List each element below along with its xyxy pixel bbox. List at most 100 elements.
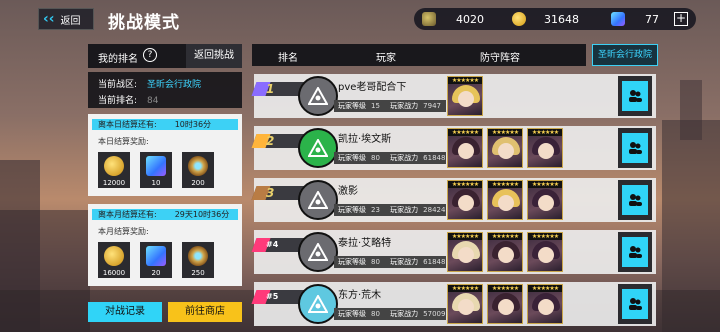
zone-label: 当前战区:: [98, 80, 138, 90]
defender-card[interactable]: ★★★★★★: [447, 284, 483, 324]
defender-card[interactable]: ★★★★★★: [487, 284, 523, 324]
power-label: 玩家战力: [390, 206, 419, 214]
my-rank-info: 当前战区: 圣昕会行政院 当前排名: 84: [88, 72, 242, 108]
power-label: 玩家战力: [390, 258, 419, 266]
level-label: 玩家等级: [338, 154, 366, 162]
col-player: 玩家: [376, 53, 396, 64]
go-to-shop-button[interactable]: 前往商店: [168, 302, 242, 322]
defender-card[interactable]: ★★★★★★: [527, 232, 563, 272]
star-rating: ★★★★★★: [448, 181, 482, 188]
defender-card[interactable]: ★★★★★★: [447, 128, 483, 168]
level-value: 23: [371, 206, 380, 214]
back-button[interactable]: ‹‹ 返回: [38, 8, 94, 30]
reward-item[interactable]: 20: [140, 242, 172, 278]
rank-value: 84: [147, 96, 159, 106]
character-face: [498, 195, 514, 211]
monthly-countdown-time: 29天10时36分: [174, 210, 230, 219]
defense-lineup: ★★★★★★: [447, 76, 483, 116]
battle-icon: [629, 298, 642, 310]
star-rating: ★★★★★★: [528, 129, 562, 136]
triangle-emblem-icon: [308, 295, 328, 313]
power-value: 61848: [423, 154, 446, 162]
resource-cube: 77: [611, 12, 659, 26]
ranking-row: #5 东方·荒木 玩家等级 80 玩家战力 57009 ★★★★★★ ★★★★★★ …: [251, 282, 656, 326]
rank-label: 当前排名:: [98, 96, 138, 106]
resource-bar: 4020 31648 77 +: [414, 8, 696, 30]
player-stats: 玩家等级 23 玩家战力 28424: [334, 204, 446, 216]
monthly-reward-label: 本月结算奖励:: [98, 227, 149, 236]
ranking-row: 3 激影 玩家等级 23 玩家战力 28424 ★★★★★★ ★★★★★★ ★★★★…: [251, 178, 656, 222]
challenge-button[interactable]: [618, 76, 652, 116]
player-avatar[interactable]: [298, 128, 338, 168]
daily-reward-box: 离本日结算还有: 10时36分 本日结算奖励: 12000 10 200: [88, 114, 242, 196]
resource-gold: 31648: [512, 12, 579, 26]
defender-card[interactable]: ★★★★★★: [447, 76, 483, 116]
star-rating: ★★★★★★: [528, 233, 562, 240]
ranking-table-header: 排名 玩家 防守阵容: [252, 44, 586, 66]
power-value: 28424: [423, 206, 446, 214]
player-stats: 玩家等级 80 玩家战力 61848: [334, 256, 446, 268]
player-name: 凯拉·埃文斯: [338, 134, 392, 145]
character-face: [538, 143, 554, 159]
ranking-row: 1 pve老哥配合下 玩家等级 15 玩家战力 7947 ★★★★★★: [251, 74, 656, 118]
power-label: 玩家战力: [390, 102, 419, 110]
defender-card[interactable]: ★★★★★★: [487, 128, 523, 168]
zone-tag[interactable]: 圣昕会行政院: [592, 44, 658, 66]
zone-value: 圣昕会行政院: [147, 80, 202, 90]
challenge-button[interactable]: [618, 128, 652, 168]
star-rating: ★★★★★★: [528, 181, 562, 188]
power-value: 7947: [423, 102, 441, 110]
battle-record-button[interactable]: 对战记录: [88, 302, 162, 322]
gold-coin-icon: [104, 246, 124, 266]
star-rating: ★★★★★★: [488, 181, 522, 188]
player-stats: 玩家等级 15 玩家战力 7947: [334, 100, 446, 112]
help-icon[interactable]: ?: [143, 48, 157, 62]
back-label: 返回: [60, 15, 81, 27]
level-label: 玩家等级: [338, 206, 366, 214]
reward-amount: 200: [191, 179, 205, 187]
character-face: [538, 247, 554, 263]
reward-item[interactable]: 10: [140, 152, 172, 188]
reward-item[interactable]: 12000: [98, 152, 130, 188]
daily-reward-label: 本日结算奖励:: [98, 137, 149, 146]
challenge-button[interactable]: [618, 284, 652, 324]
level-label: 玩家等级: [338, 102, 366, 110]
defender-card[interactable]: ★★★★★★: [487, 232, 523, 272]
add-resource-button[interactable]: +: [674, 12, 688, 26]
resource-gold-value: 31648: [544, 12, 579, 26]
level-value: 80: [371, 310, 380, 318]
cube-icon: [146, 246, 166, 266]
return-challenge-button[interactable]: 返回挑战: [186, 44, 242, 68]
level-label: 玩家等级: [338, 258, 366, 266]
challenge-button[interactable]: [618, 180, 652, 220]
defender-card[interactable]: ★★★★★★: [527, 128, 563, 168]
player-avatar[interactable]: [298, 232, 338, 272]
defender-card[interactable]: ★★★★★★: [527, 284, 563, 324]
daily-countdown-time: 10时36分: [174, 120, 212, 129]
player-stats: 玩家等级 80 玩家战力 57009: [334, 308, 446, 320]
reward-item[interactable]: 250: [182, 242, 214, 278]
ranking-row: #4 泰拉·艾略特 玩家等级 80 玩家战力 61848 ★★★★★★ ★★★★★★…: [251, 230, 656, 274]
character-face: [458, 247, 474, 263]
star-rating: ★★★★★★: [488, 285, 522, 292]
reward-amount: 20: [151, 269, 161, 277]
star-rating: ★★★★★★: [488, 129, 522, 136]
player-avatar[interactable]: [298, 284, 338, 324]
ranking-row: 2 凯拉·埃文斯 玩家等级 80 玩家战力 61848 ★★★★★★ ★★★★★★ …: [251, 126, 656, 170]
reward-item[interactable]: 200: [182, 152, 214, 188]
player-avatar[interactable]: [298, 180, 338, 220]
character-face: [458, 195, 474, 211]
defender-card[interactable]: ★★★★★★: [447, 180, 483, 220]
defender-card[interactable]: ★★★★★★: [527, 180, 563, 220]
defender-card[interactable]: ★★★★★★: [447, 232, 483, 272]
star-rating: ★★★★★★: [448, 285, 482, 292]
player-avatar[interactable]: [298, 76, 338, 116]
defender-card[interactable]: ★★★★★★: [487, 180, 523, 220]
star-rating: ★★★★★★: [488, 233, 522, 240]
reward-amount: 16000: [102, 269, 126, 277]
challenge-button[interactable]: [618, 232, 652, 272]
power-label: 玩家战力: [390, 310, 419, 318]
player-name: 泰拉·艾略特: [338, 238, 392, 249]
daily-countdown-label: 离本日结算还有:: [98, 120, 157, 129]
reward-item[interactable]: 16000: [98, 242, 130, 278]
